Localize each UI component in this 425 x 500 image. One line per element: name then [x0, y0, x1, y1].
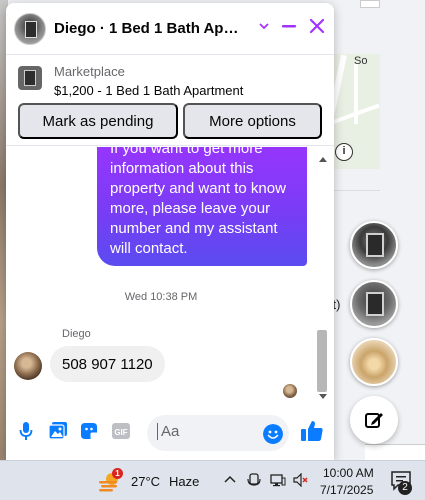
minimize-icon[interactable]: [280, 17, 298, 35]
scrollbar[interactable]: [316, 153, 330, 399]
chat-window: Diego · 1 Bed 1 Bath Apart... Marketplac…: [6, 3, 334, 460]
close-icon[interactable]: [308, 17, 326, 35]
chevron-down-icon[interactable]: [258, 20, 270, 32]
chat-head-listing[interactable]: [350, 221, 398, 269]
notification-count-badge: 2: [398, 481, 412, 495]
background-element: [360, 0, 380, 8]
listing-thumbnail[interactable]: [18, 66, 42, 90]
message-input-box[interactable]: [147, 415, 289, 451]
weather-temperature[interactable]: 27°C: [131, 474, 160, 489]
thumbs-up-icon[interactable]: [300, 419, 324, 443]
chat-head-hotel[interactable]: [350, 338, 398, 386]
message-list[interactable]: If you want to get more information abou…: [6, 147, 334, 403]
svg-text:GIF: GIF: [114, 428, 127, 437]
network-icon[interactable]: [270, 473, 286, 487]
gif-icon[interactable]: GIF: [111, 421, 131, 441]
outgoing-message: If you want to get more information abou…: [97, 147, 307, 266]
chat-header[interactable]: Diego · 1 Bed 1 Bath Apart...: [6, 3, 334, 55]
avatar[interactable]: [14, 12, 46, 45]
scroll-thumb[interactable]: [317, 330, 327, 392]
chat-head-listing[interactable]: [350, 280, 398, 328]
weather-alert-badge: 1: [112, 468, 123, 479]
info-icon[interactable]: i: [335, 143, 353, 161]
map-label: So: [354, 55, 368, 67]
background-element: [365, 444, 425, 460]
mark-as-pending-button[interactable]: Mark as pending: [18, 103, 178, 139]
volume-muted-icon[interactable]: [293, 473, 309, 487]
clock-time[interactable]: 10:00 AM: [323, 466, 374, 480]
message-timestamp: Wed 10:38 PM: [124, 291, 198, 303]
listing-label: Marketplace: [54, 64, 125, 79]
emoji-icon[interactable]: [263, 424, 283, 444]
seen-indicator-avatar: [283, 384, 297, 398]
message-input[interactable]: [157, 423, 257, 440]
weather-condition[interactable]: Haze: [169, 474, 199, 489]
sticker-icon[interactable]: [79, 421, 99, 441]
new-message-button[interactable]: [350, 396, 398, 444]
sender-avatar[interactable]: [14, 352, 42, 380]
message-composer: GIF: [6, 407, 334, 459]
chat-title[interactable]: Diego · 1 Bed 1 Bath Apart...: [54, 20, 244, 37]
microphone-icon[interactable]: [19, 421, 33, 441]
windows-taskbar: 1 27°C Haze 10:00 AM 7/17/2025 2: [0, 460, 425, 500]
compose-icon: [365, 413, 383, 428]
scroll-up-arrow[interactable]: [319, 157, 327, 162]
listing-title[interactable]: $1,200 - 1 Bed 1 Bath Apartment: [54, 83, 243, 98]
incoming-message: 508 907 1120: [50, 346, 165, 382]
meet-now-icon[interactable]: [247, 473, 261, 487]
marketplace-listing-card: Marketplace $1,200 - 1 Bed 1 Bath Apartm…: [6, 56, 334, 146]
photo-icon[interactable]: [48, 421, 68, 441]
more-options-button[interactable]: More options: [183, 103, 322, 139]
clock-date[interactable]: 7/17/2025: [320, 483, 373, 497]
sender-name: Diego: [62, 328, 91, 340]
scroll-down-arrow[interactable]: [319, 394, 327, 399]
chevron-up-icon[interactable]: [223, 473, 237, 487]
